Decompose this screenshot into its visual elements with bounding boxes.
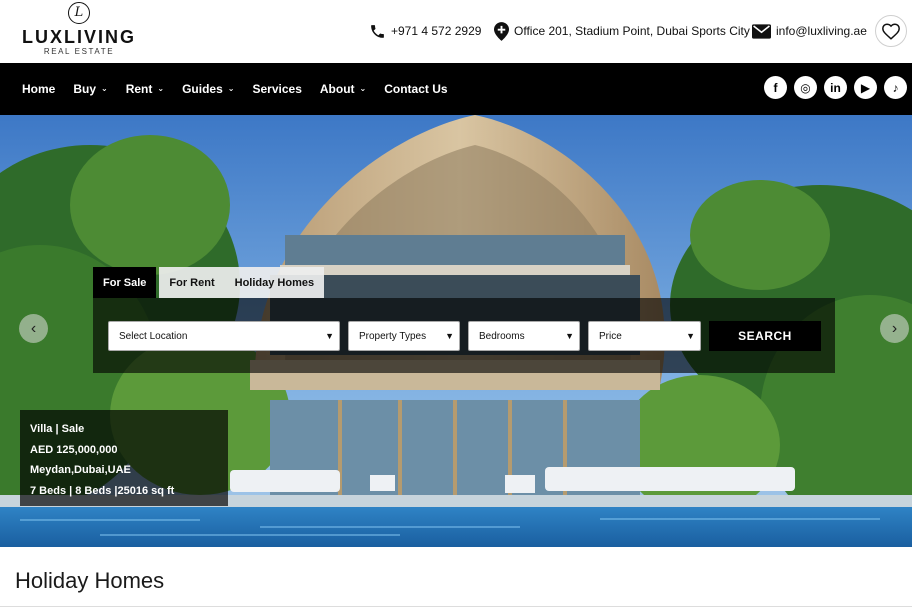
- nav-item-services[interactable]: Services: [252, 82, 301, 96]
- contact-email[interactable]: info@luxliving.ae: [752, 20, 867, 42]
- chevron-down-icon: ▼: [445, 331, 454, 341]
- nav-item-label: Services: [252, 82, 302, 96]
- logo-mark: L: [68, 2, 90, 24]
- bedrooms-select[interactable]: Bedrooms ▼: [468, 321, 580, 351]
- facebook-icon[interactable]: f: [764, 76, 787, 99]
- property-type-select-value: Property Types: [359, 330, 427, 342]
- section-divider: [0, 606, 912, 607]
- nav-item-label: Contact Us: [384, 82, 448, 96]
- tab-holiday-homes[interactable]: Holiday Homes: [224, 267, 325, 298]
- phone-icon: [371, 24, 384, 38]
- nav-item-buy[interactable]: Buy ⌄: [73, 82, 107, 96]
- price-select-value: Price: [599, 330, 622, 342]
- contact-phone[interactable]: +971 4 572 2929: [369, 20, 481, 42]
- location-pin-icon: [494, 21, 509, 41]
- office-text: Office 201, Stadium Point, Dubai Sports …: [514, 24, 750, 38]
- instagram-icon[interactable]: ◎: [794, 76, 817, 99]
- listing-details: 7 Beds | 8 Beds |25016 sq ft: [30, 484, 175, 497]
- listing-info-card[interactable]: Villa | Sale AED 125,000,000 Meydan,Duba…: [20, 410, 228, 506]
- chevron-down-icon: ⌄: [101, 83, 108, 93]
- slider-next-button[interactable]: ›: [880, 314, 909, 343]
- tab-for-sale[interactable]: For Sale: [93, 267, 157, 298]
- slider-prev-button[interactable]: ‹: [19, 314, 48, 343]
- location-select-value: Select Location: [119, 330, 188, 342]
- listing-price: AED 125,000,000: [30, 443, 118, 456]
- heart-icon: [882, 23, 900, 40]
- email-text: info@luxliving.ae: [776, 24, 867, 38]
- favorites-button[interactable]: [875, 15, 907, 47]
- chevron-down-icon: ⌄: [359, 83, 367, 93]
- nav-item-about[interactable]: About ⌄: [320, 82, 366, 96]
- nav-item-home[interactable]: Home: [22, 82, 55, 96]
- nav-item-guides[interactable]: Guides ⌄: [182, 82, 234, 96]
- phone-text: +971 4 572 2929: [391, 24, 482, 38]
- property-type-select[interactable]: Property Types ▼: [348, 321, 460, 351]
- listing-location: Meydan,Dubai,UAE: [30, 464, 131, 476]
- nav-item-contact-us[interactable]: Contact Us: [384, 82, 447, 96]
- youtube-icon[interactable]: ▶: [854, 76, 877, 99]
- listing-type: Villa | Sale: [30, 423, 85, 435]
- nav-item-label: Home: [22, 82, 56, 96]
- nav-item-rent[interactable]: Rent ⌄: [126, 82, 164, 96]
- top-header: L LUXLIVING REAL ESTATE +971 4 572 2929 …: [0, 0, 912, 63]
- tiktok-icon[interactable]: ♪: [884, 76, 907, 99]
- chevron-down-icon: ▼: [686, 331, 695, 341]
- contact-office[interactable]: Office 201, Stadium Point, Dubai Sports …: [494, 20, 750, 42]
- brand-name: LUXLIVING: [22, 27, 137, 47]
- chevron-down-icon: ▼: [325, 331, 334, 341]
- brand-tagline: REAL ESTATE: [43, 47, 115, 56]
- chevron-down-icon: ⌄: [227, 83, 235, 93]
- nav-item-label: Guides: [182, 82, 223, 96]
- search-tabs: For Sale For Rent Holiday Homes: [93, 267, 325, 298]
- search-button[interactable]: SEARCH: [709, 321, 821, 351]
- bedrooms-select-value: Bedrooms: [479, 330, 525, 342]
- chevron-down-icon: ▼: [565, 331, 574, 341]
- linkedin-icon[interactable]: in: [824, 76, 847, 99]
- nav-item-label: About: [319, 82, 355, 96]
- price-select[interactable]: Price ▼: [588, 321, 701, 351]
- nav-item-label: Rent: [125, 82, 153, 96]
- tab-for-rent[interactable]: For Rent: [159, 267, 225, 298]
- search-panel: Select Location ▼ Property Types ▼ Bedro…: [93, 298, 835, 373]
- chevron-down-icon: ⌄: [157, 83, 165, 93]
- nav-item-label: Buy: [73, 82, 97, 96]
- social-links: f ◎ in ▶ ♪: [757, 76, 907, 99]
- mail-icon: [752, 23, 771, 39]
- nav-menu: Home Buy ⌄ Rent ⌄ Guides ⌄ Services About ⌄ Contac…: [22, 63, 466, 115]
- main-nav: Home Buy ⌄ Rent ⌄ Guides ⌄ Services About ⌄ Contac…: [0, 63, 912, 115]
- section-title: Holiday Homes: [15, 568, 165, 593]
- brand-logo[interactable]: L LUXLIVING REAL ESTATE: [22, 2, 136, 60]
- location-select[interactable]: Select Location ▼: [108, 321, 340, 351]
